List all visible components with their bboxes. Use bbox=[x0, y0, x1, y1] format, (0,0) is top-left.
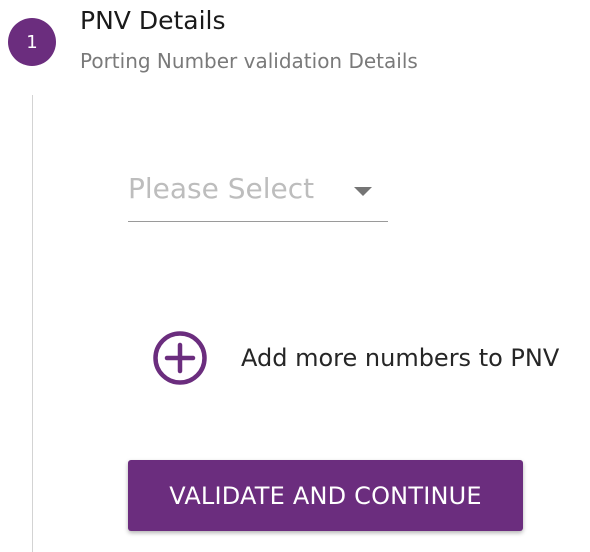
add-more-numbers-label[interactable]: Add more numbers to PNV bbox=[241, 344, 559, 372]
select-placeholder: Please Select bbox=[128, 172, 315, 205]
number-select-dropdown[interactable]: Please Select bbox=[128, 168, 388, 222]
pnv-step-panel: 1 PNV Details Porting Number validation … bbox=[0, 0, 590, 552]
triangle-down-icon[interactable] bbox=[354, 187, 372, 196]
add-more-numbers-link[interactable]: Add more numbers to PNV bbox=[152, 330, 559, 386]
plus-circle-icon[interactable] bbox=[152, 330, 208, 386]
step-number: 1 bbox=[26, 31, 38, 53]
step-number-badge: 1 bbox=[8, 18, 56, 66]
stepper-connector-line bbox=[32, 95, 33, 552]
step-title: PNV Details bbox=[80, 6, 226, 35]
validate-and-continue-button[interactable]: VALIDATE AND CONTINUE bbox=[128, 460, 523, 531]
step-subtitle: Porting Number validation Details bbox=[80, 49, 418, 73]
